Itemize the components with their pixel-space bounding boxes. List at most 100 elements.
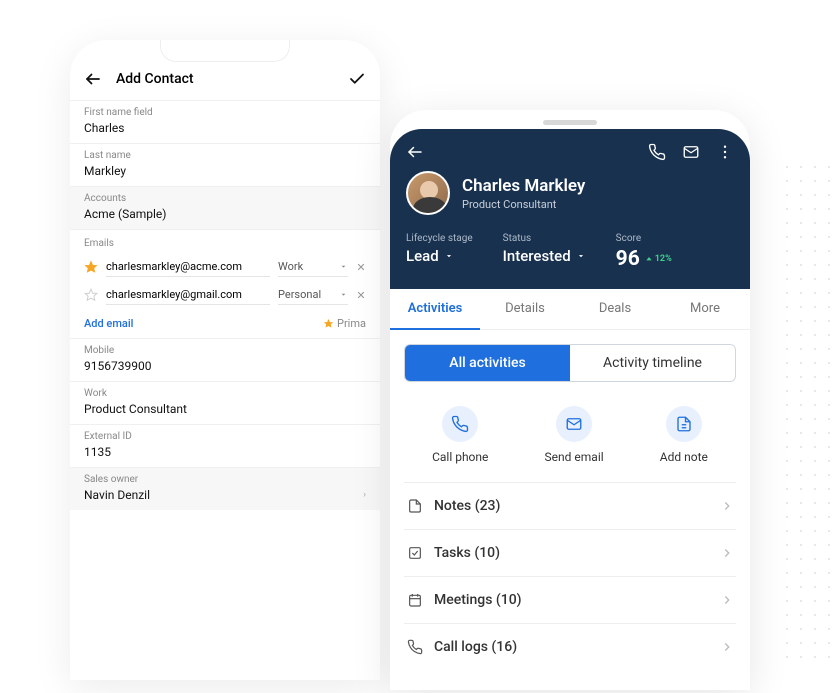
list-item-meetings[interactable]: Meetings (10) (404, 576, 736, 623)
add-email-button[interactable]: Add email (84, 317, 133, 330)
accounts-label: Accounts (84, 193, 366, 204)
last-name-value: Markley (84, 164, 366, 178)
email-type-value: Work (278, 260, 303, 273)
note-icon (675, 415, 693, 433)
phone-add-contact: Add Contact First name field Charles Las… (70, 40, 380, 680)
list-item-notes[interactable]: Notes (23) (404, 482, 736, 529)
phone-contact-detail: Charles Markley Product Consultant Lifec… (390, 110, 750, 690)
mail-icon (565, 415, 583, 433)
mobile-field[interactable]: Mobile 9156739900 (70, 338, 380, 381)
contact-name: Charles Markley (462, 176, 585, 196)
score-delta: 12% (645, 254, 672, 264)
status-stat[interactable]: Status Interested (503, 233, 586, 271)
external-id-label: External ID (84, 431, 366, 442)
star-outline-icon[interactable] (84, 288, 98, 302)
phone-icon (451, 415, 469, 433)
tab-more[interactable]: More (660, 289, 750, 329)
work-field[interactable]: Work Product Consultant (70, 381, 380, 424)
chevron-down-icon (576, 251, 586, 261)
first-name-value: Charles (84, 121, 366, 135)
chevron-down-icon (444, 251, 454, 261)
email-address[interactable]: charlesmarkley@acme.com (106, 257, 270, 277)
chevron-right-icon (720, 640, 734, 654)
contact-role: Product Consultant (462, 198, 585, 211)
detail-tabs: Activities Details Deals More (390, 289, 750, 330)
score-label: Score (616, 233, 672, 244)
primary-label: Prima (337, 317, 366, 330)
emails-footer: Add email Prima (70, 309, 380, 338)
call-phone-label: Call phone (432, 450, 488, 464)
accounts-field[interactable]: Accounts Acme (Sample) (70, 186, 380, 229)
accounts-value: Acme (Sample) (84, 207, 366, 221)
confirm-icon[interactable] (348, 70, 366, 88)
email-type-select[interactable]: Personal (278, 285, 348, 305)
list-item-calllogs[interactable]: Call logs (16) (404, 623, 736, 670)
more-icon[interactable] (716, 143, 734, 161)
lifecycle-stat[interactable]: Lifecycle stage Lead (406, 233, 473, 271)
score-stat: Score 96 12% (616, 233, 672, 271)
list-label: Call logs (16) (434, 639, 710, 655)
email-type-select[interactable]: Work (278, 257, 348, 277)
tab-deals[interactable]: Deals (570, 289, 660, 329)
decorative-dots (780, 160, 840, 660)
mobile-value: 9156739900 (84, 359, 366, 373)
add-note-label: Add note (660, 450, 708, 464)
status-value: Interested (503, 247, 571, 265)
lifecycle-label: Lifecycle stage (406, 233, 473, 244)
remove-email-button[interactable]: ✕ (356, 289, 366, 302)
status-label: Status (503, 233, 586, 244)
phone-notch (160, 40, 290, 62)
task-icon (406, 544, 424, 562)
external-id-value: 1135 (84, 445, 366, 459)
chevron-right-icon (720, 499, 734, 513)
trend-up-icon (645, 255, 653, 263)
list-label: Meetings (10) (434, 592, 710, 608)
score-value: 96 (616, 247, 640, 271)
mobile-label: Mobile (84, 345, 366, 356)
work-label: Work (84, 388, 366, 399)
calendar-icon (406, 591, 424, 609)
tab-activities[interactable]: Activities (390, 289, 480, 330)
chevron-right-icon: › (363, 490, 366, 500)
email-address[interactable]: charlesmarkley@gmail.com (106, 285, 270, 305)
star-icon[interactable] (84, 260, 98, 274)
work-value: Product Consultant (84, 402, 366, 416)
external-id-field[interactable]: External ID 1135 (70, 424, 380, 467)
activities-body: All activities Activity timeline Call ph… (390, 330, 750, 670)
tab-details[interactable]: Details (480, 289, 570, 329)
back-icon[interactable] (406, 143, 424, 161)
sales-owner-label: Sales owner (84, 474, 366, 485)
last-name-field[interactable]: Last name Markley (70, 143, 380, 186)
note-icon (406, 497, 424, 515)
email-row: charlesmarkley@gmail.com Personal ✕ (70, 281, 380, 309)
email-row: charlesmarkley@acme.com Work ✕ (70, 253, 380, 281)
chevron-right-icon (720, 546, 734, 560)
quick-actions: Call phone Send email Add note (404, 406, 736, 464)
phone-icon[interactable] (648, 143, 666, 161)
contact-header: Charles Markley Product Consultant Lifec… (390, 129, 750, 289)
avatar[interactable] (406, 171, 450, 215)
mail-icon[interactable] (682, 143, 700, 161)
contact-toolbar (406, 143, 734, 161)
add-note-button[interactable]: Add note (660, 406, 708, 464)
back-icon[interactable] (84, 70, 102, 88)
sales-owner-value: Navin Denzil (84, 488, 366, 502)
last-name-label: Last name (84, 150, 366, 161)
lifecycle-value: Lead (406, 247, 439, 265)
segment-all-activities[interactable]: All activities (405, 345, 570, 381)
segment-timeline[interactable]: Activity timeline (570, 345, 735, 381)
remove-email-button[interactable]: ✕ (356, 261, 366, 274)
primary-indicator: Prima (323, 317, 366, 330)
contact-identity: Charles Markley Product Consultant (406, 171, 734, 215)
email-type-value: Personal (278, 288, 321, 301)
emails-section: Emails charlesmarkley@acme.com Work ✕ ch… (70, 229, 380, 338)
list-item-tasks[interactable]: Tasks (10) (404, 529, 736, 576)
first-name-field[interactable]: First name field Charles (70, 100, 380, 143)
sales-owner-field[interactable]: Sales owner Navin Denzil › (70, 467, 380, 510)
send-email-button[interactable]: Send email (545, 406, 604, 464)
chevron-right-icon (720, 593, 734, 607)
page-title: Add Contact (116, 71, 334, 87)
call-phone-button[interactable]: Call phone (432, 406, 488, 464)
emails-label: Emails (70, 230, 380, 253)
activity-segment: All activities Activity timeline (404, 344, 736, 382)
